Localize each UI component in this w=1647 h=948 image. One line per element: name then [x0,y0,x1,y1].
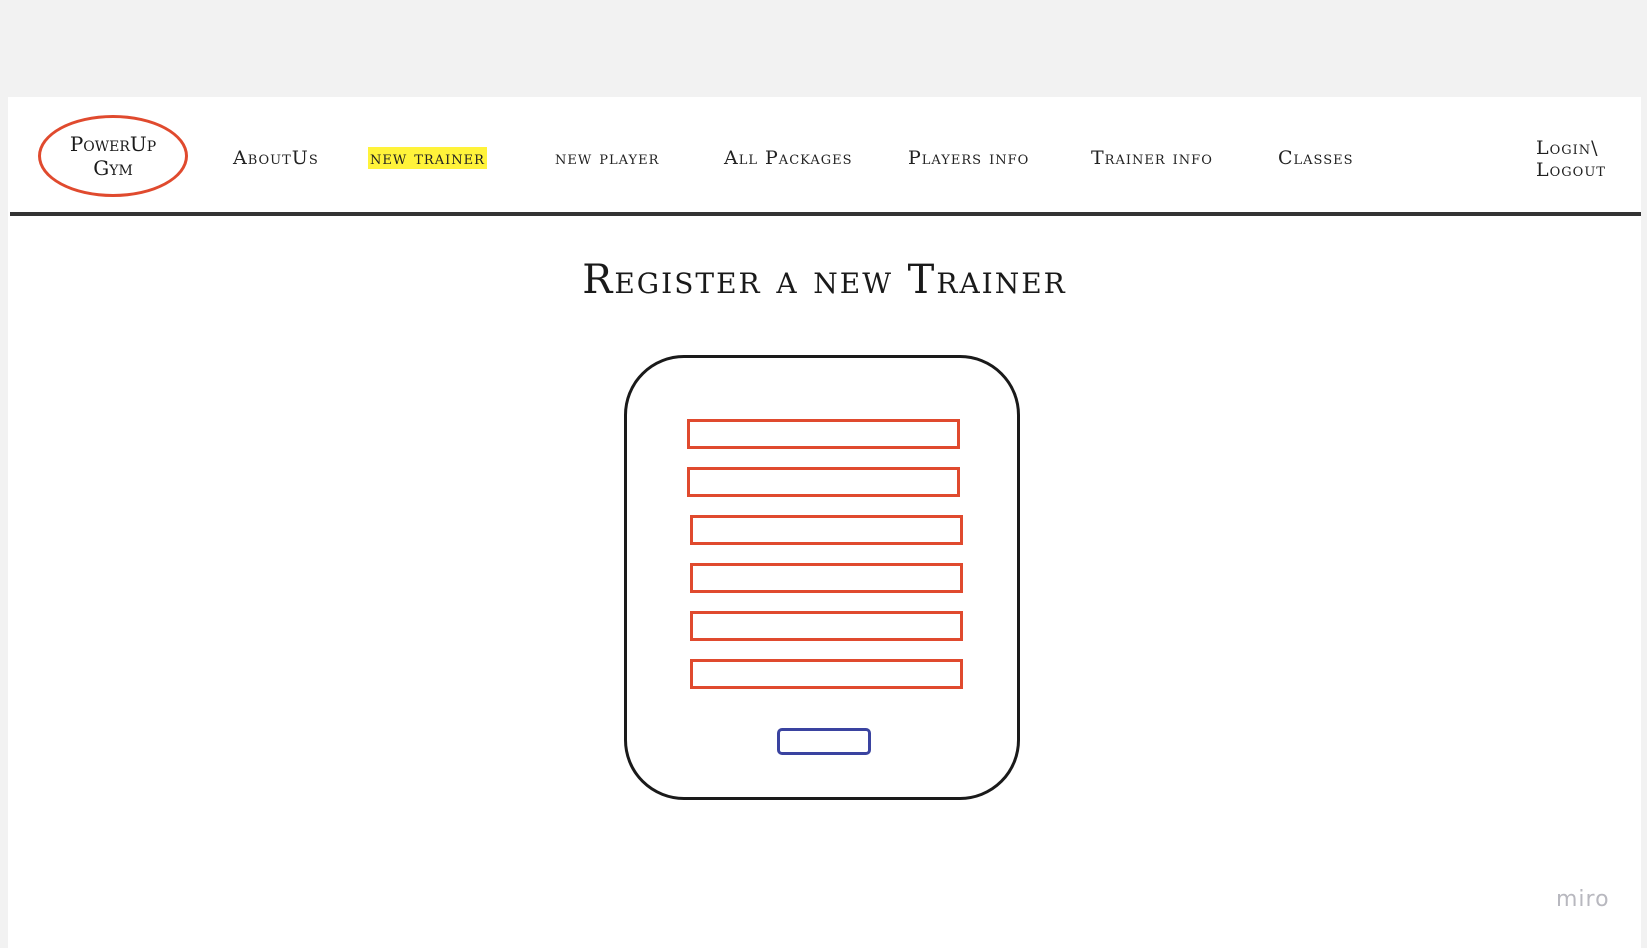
page-title: Register a new Trainer [582,257,1067,303]
form-field-2[interactable] [687,467,960,497]
header-divider [10,212,1641,216]
logout-label: Logout [1536,159,1606,181]
nav-item-new-trainer[interactable]: new trainer [368,147,487,169]
nav-item-all-packages[interactable]: All Packages [724,147,853,169]
form-field-5[interactable] [690,611,963,641]
login-logout-link[interactable]: Login\ Logout [1536,137,1606,181]
miro-watermark: miro [1556,887,1610,912]
form-field-1[interactable] [687,419,960,449]
nav-item-classes[interactable]: Classes [1278,147,1354,169]
registration-form [624,355,1020,800]
form-field-6[interactable] [690,659,963,689]
form-field-3[interactable] [690,515,963,545]
logo-line-2: Gym [93,156,133,180]
nav-item-new-player[interactable]: new player [555,147,659,169]
logo[interactable]: PowerUp Gym [38,115,188,197]
submit-button[interactable] [777,728,871,755]
nav-item-about-us[interactable]: AboutUs [233,147,319,169]
wireframe-canvas: PowerUp Gym AboutUs new trainer new play… [8,97,1641,948]
nav-item-trainer-info[interactable]: Trainer info [1091,147,1213,169]
login-label: Login\ [1536,137,1599,159]
logo-line-1: PowerUp [69,132,157,156]
nav-item-players-info[interactable]: Players info [908,147,1029,169]
form-field-4[interactable] [690,563,963,593]
